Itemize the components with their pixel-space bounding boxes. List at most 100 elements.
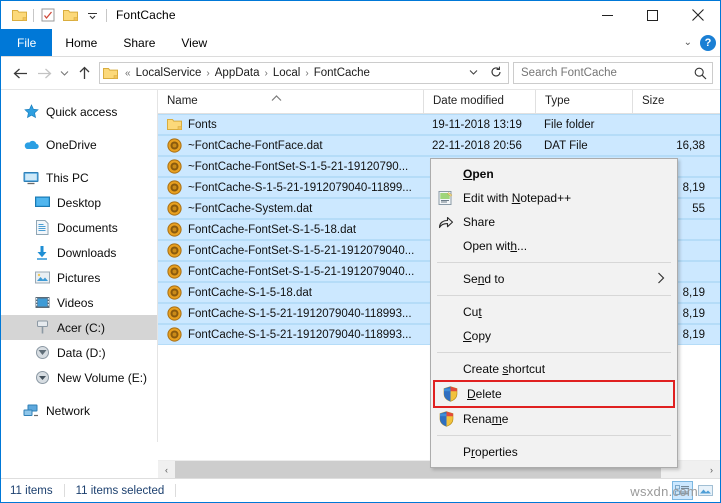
menu-item-create-shortcut[interactable]: Create shortcut (431, 357, 677, 381)
sidebar-item-new-volume-e[interactable]: New Volume (E:) (1, 365, 157, 390)
file-name-label: ~FontCache-S-1-5-21-1912079040-11899... (188, 182, 412, 194)
breadcrumb-item-localservice[interactable]: LocalService (134, 67, 204, 79)
breadcrumb-root-mark[interactable]: « (122, 68, 134, 79)
menu-item-label: Properties (463, 445, 677, 459)
sidebar-item-label: Desktop (57, 196, 101, 210)
column-header-name[interactable]: Name (158, 90, 423, 113)
sidebar-item-acer-c[interactable]: Acer (C:) (1, 315, 157, 340)
back-button[interactable] (8, 61, 32, 85)
status-bar: 11 items 11 items selected (1, 478, 720, 502)
sidebar-item-this-pc[interactable]: This PC (1, 165, 157, 190)
folder-icon[interactable] (8, 4, 30, 26)
menu-item-label: Create shortcut (463, 362, 677, 376)
star-icon (23, 104, 39, 120)
file-type-cell: DAT File (535, 140, 632, 152)
expand-ribbon-icon[interactable]: ⌄ (684, 37, 692, 48)
window-title: FontCache (116, 8, 176, 22)
search-icon[interactable] (694, 67, 707, 80)
pictures-icon (34, 270, 50, 286)
menu-item-copy[interactable]: Copy (431, 324, 677, 348)
sidebar-item-network[interactable]: Network (1, 398, 157, 423)
column-headers: Name Date modified Type Size (158, 90, 720, 114)
recent-locations-button[interactable] (56, 61, 72, 85)
chevron-right-icon (657, 272, 665, 287)
address-dropdown-icon[interactable] (463, 68, 484, 78)
breadcrumb-item-appdata[interactable]: AppData (213, 67, 262, 79)
search-box[interactable] (513, 62, 713, 84)
search-input[interactable] (519, 66, 694, 80)
menu-item-rename[interactable]: Rename (431, 407, 677, 431)
file-name-cell: ~FontCache-S-1-5-21-1912079040-11899... (158, 180, 423, 196)
menu-item-open-with[interactable]: Open with... (431, 234, 677, 258)
sidebar-item-data-d[interactable]: Data (D:) (1, 340, 157, 365)
sidebar-item-videos[interactable]: Videos (1, 290, 157, 315)
column-header-type[interactable]: Type (535, 90, 632, 113)
menu-icon-placeholder (436, 237, 456, 255)
table-row[interactable]: ~FontCache-FontFace.dat 22-11-2018 20:56… (158, 135, 720, 156)
file-size-cell: 16,38 (632, 140, 712, 152)
menu-item-edit-with-notepadpp[interactable]: Edit with Notepad++ (431, 186, 677, 210)
file-name-cell: ~FontCache-System.dat (158, 201, 423, 217)
menu-separator (437, 262, 671, 263)
minimize-button[interactable] (585, 1, 630, 29)
network-icon (23, 403, 39, 419)
menu-item-label: Send to (463, 272, 677, 286)
sidebar-item-quick-access[interactable]: Quick access (1, 99, 157, 124)
menu-item-send-to[interactable]: Send to (431, 267, 677, 291)
scroll-left-button[interactable]: ‹ (158, 461, 175, 478)
item-count-label: 11 items (10, 485, 53, 497)
address-toolbar: « LocalService › AppData › Local › FontC… (1, 57, 720, 89)
menu-item-properties[interactable]: Properties (431, 440, 677, 464)
tab-home[interactable]: Home (52, 29, 110, 56)
menu-item-cut[interactable]: Cut (431, 300, 677, 324)
monitor-icon (23, 170, 39, 186)
new-folder-icon[interactable] (59, 4, 81, 26)
nav-spacer (1, 124, 157, 132)
up-button[interactable] (72, 61, 96, 85)
breadcrumb-item-local[interactable]: Local (271, 67, 303, 79)
chevron-down-icon[interactable] (81, 4, 103, 26)
properties-icon[interactable] (37, 4, 59, 26)
breadcrumb-separator[interactable]: › (262, 68, 271, 79)
column-header-date-modified[interactable]: Date modified (423, 90, 535, 113)
breadcrumb-item-fontcache[interactable]: FontCache (312, 67, 372, 79)
maximize-button[interactable] (630, 1, 675, 29)
details-view-icon[interactable] (672, 481, 693, 500)
sidebar-item-onedrive[interactable]: OneDrive (1, 132, 157, 157)
menu-item-open[interactable]: Open (431, 162, 677, 186)
table-row[interactable]: Fonts 19-11-2018 13:19 File folder (158, 114, 720, 135)
sidebar-item-label: Downloads (57, 246, 116, 260)
sidebar-item-downloads[interactable]: Downloads (1, 240, 157, 265)
tab-share[interactable]: Share (110, 29, 168, 56)
context-menu: Open Edit with Notepad++ Share Open with… (430, 158, 678, 468)
uac-shield-icon (440, 385, 460, 403)
menu-icon-placeholder (436, 165, 456, 183)
menu-item-label: Rename (463, 412, 677, 426)
sidebar-item-pictures[interactable]: Pictures (1, 265, 157, 290)
tab-file[interactable]: File (1, 29, 52, 56)
dat-file-icon (166, 180, 182, 196)
breadcrumb-separator[interactable]: › (203, 68, 212, 79)
menu-icon-placeholder (436, 270, 456, 288)
address-bar[interactable]: « LocalService › AppData › Local › FontC… (99, 62, 509, 84)
tab-view[interactable]: View (168, 29, 220, 56)
sidebar-item-desktop[interactable]: Desktop (1, 190, 157, 215)
refresh-icon[interactable] (484, 66, 508, 81)
forward-button[interactable] (32, 61, 56, 85)
scroll-right-button[interactable]: › (703, 461, 720, 478)
uac-shield-icon (436, 410, 456, 428)
column-header-size[interactable]: Size (632, 90, 712, 113)
menu-item-delete[interactable]: Delete (434, 381, 674, 407)
breadcrumb-separator[interactable]: › (302, 68, 311, 79)
menu-separator (437, 435, 671, 436)
view-mode-buttons (672, 481, 716, 500)
file-name-label: FontCache-S-1-5-18.dat (188, 287, 312, 299)
cloud-icon (23, 137, 39, 153)
help-icon[interactable]: ? (700, 35, 716, 51)
large-icons-view-icon[interactable] (695, 481, 716, 500)
sidebar-item-documents[interactable]: Documents (1, 215, 157, 240)
close-button[interactable] (675, 1, 720, 29)
window-controls (585, 1, 720, 29)
menu-item-label: Cut (463, 305, 677, 319)
menu-item-share[interactable]: Share (431, 210, 677, 234)
